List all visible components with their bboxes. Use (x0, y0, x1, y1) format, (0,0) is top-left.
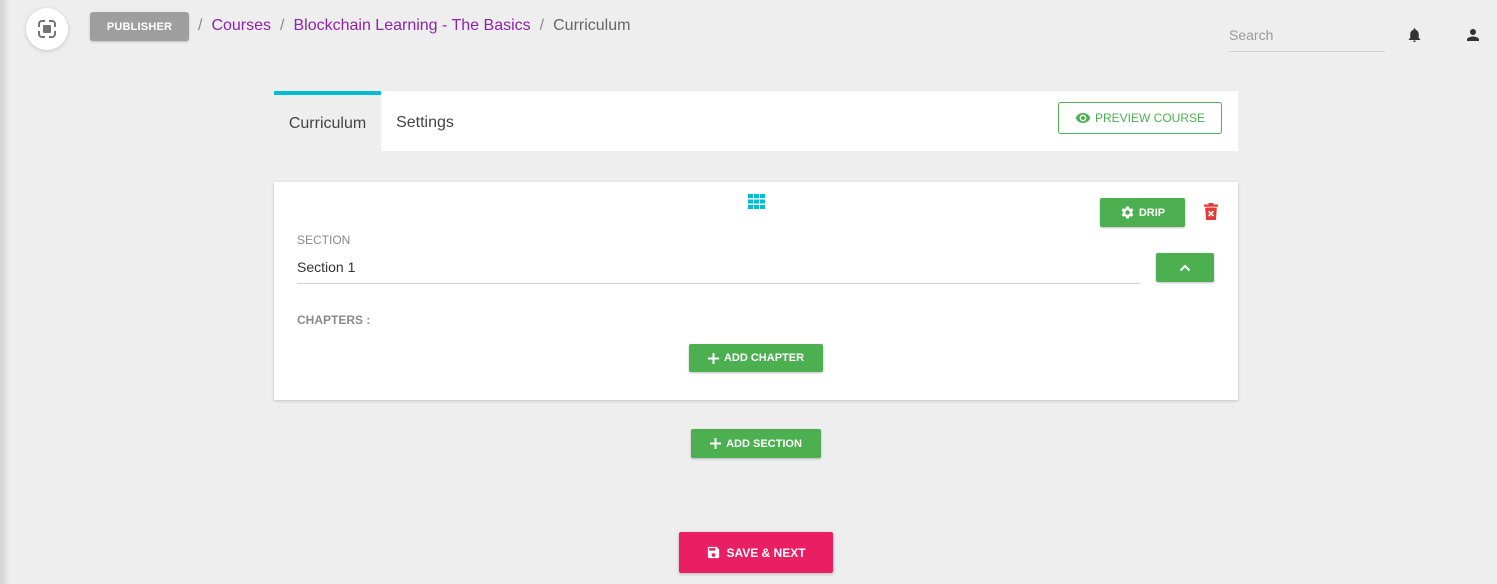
publisher-button[interactable]: PUBLISHER (90, 12, 189, 41)
add-section-label: ADD SECTION (726, 437, 802, 450)
section-field-label: SECTION (297, 233, 351, 247)
drip-label: DRIP (1138, 206, 1166, 219)
sidebar-edge-shadow (0, 0, 10, 584)
preview-course-button[interactable]: PREVIEW COURSE (1058, 102, 1222, 134)
save-icon (708, 546, 720, 559)
publisher-label: PUBLISHER (106, 20, 173, 33)
chevron-up-icon (1179, 264, 1191, 271)
user-icon (1467, 29, 1479, 41)
account-button[interactable] (1464, 26, 1482, 44)
drag-handle[interactable] (748, 194, 765, 209)
breadcrumb-separator: / (539, 17, 545, 34)
logo-icon (38, 20, 56, 38)
add-chapter-label: ADD CHAPTER (723, 352, 805, 364)
breadcrumb-separator: / (280, 17, 285, 34)
plus-icon (710, 438, 722, 449)
tab-settings[interactable]: Settings (381, 91, 469, 153)
search-field (1229, 24, 1385, 52)
tab-label: Settings (396, 114, 454, 131)
section-title-input[interactable]: Section 1 (297, 256, 1140, 284)
tab-label: Curriculum (288, 115, 367, 132)
breadcrumb-separator: / (198, 17, 203, 34)
drip-button[interactable]: DRIP (1100, 198, 1185, 227)
add-section-button[interactable]: ADD SECTION (691, 429, 821, 458)
trash-icon (1204, 203, 1218, 220)
breadcrumb-link-course[interactable]: Blockchain Learning - The Basics (293, 17, 530, 35)
logo-button[interactable] (26, 8, 68, 50)
save-next-label: SAVE & NEXT (726, 545, 806, 560)
collapse-section-button[interactable] (1156, 253, 1214, 282)
breadcrumb-link-courses[interactable]: Courses (211, 17, 271, 35)
breadcrumb: / Courses / Blockchain Learning - The Ba… (198, 17, 630, 35)
grid-icon (748, 194, 765, 209)
breadcrumb-current: Curriculum (553, 17, 631, 34)
section-card: DRIP SECTION Section 1 CHAPTERS : ADD CH… (274, 182, 1238, 400)
notifications-button[interactable] (1406, 26, 1423, 44)
gear-icon (1121, 206, 1134, 219)
chapters-label: CHAPTERS : (297, 313, 371, 327)
add-chapter-button[interactable]: ADD CHAPTER (689, 344, 823, 372)
plus-icon (707, 352, 719, 364)
tab-curriculum[interactable]: Curriculum (274, 91, 381, 151)
search-input[interactable] (1229, 24, 1385, 46)
delete-section-button[interactable] (1204, 203, 1218, 220)
preview-course-label: PREVIEW COURSE (1094, 111, 1205, 125)
bell-icon (1408, 28, 1421, 43)
eye-icon (1075, 113, 1091, 123)
save-next-button[interactable]: SAVE & NEXT (679, 532, 833, 573)
tabs-bar: Curriculum Settings PREVIEW COURSE (274, 91, 1238, 151)
